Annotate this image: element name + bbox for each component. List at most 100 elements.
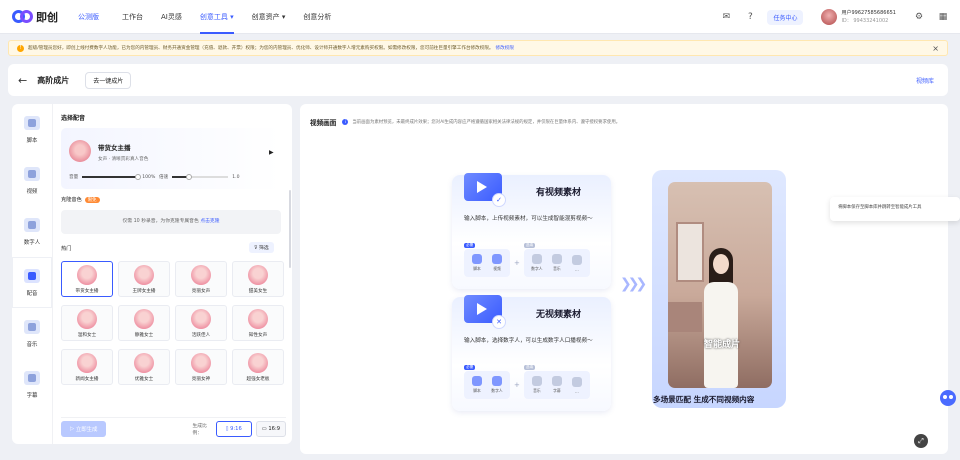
voice-avatar	[248, 352, 268, 373]
chip-label: 脚本	[473, 388, 481, 393]
optional-tag: 选填	[523, 243, 536, 248]
room-window	[676, 222, 704, 282]
expand-icon[interactable]: ⤢	[914, 434, 928, 448]
chip-script: 脚本	[467, 376, 487, 394]
settings-icon[interactable]: ⚙	[912, 10, 926, 24]
filter-button[interactable]: ⊽ 筛选	[249, 242, 274, 253]
voice-option[interactable]: 温和女士	[61, 305, 113, 341]
selected-voice-card[interactable]: 带货女主播 女声 · 清晰贯彩真人音色 ▶ 音量 100% 倍速 1.0	[61, 128, 281, 189]
phone-mockup: 智能成片	[668, 182, 772, 388]
panel-scrollbar[interactable]	[289, 190, 291, 268]
clone-link[interactable]: 点击克隆	[200, 219, 219, 224]
ratio-16-9-label: 16:9	[268, 425, 280, 432]
top-nav: 即创 公测版 工作台 AI灵感 创意工具 ▾ 创意资产 ▾ 创意分析 ✉ ? 任…	[0, 0, 960, 34]
sidebar-item-subtitle[interactable]: 字幕	[12, 359, 52, 410]
clone-voice-header: 克隆音色 限免	[61, 196, 100, 203]
voice-option[interactable]: 带货女主播	[61, 261, 113, 297]
sidebar-item-digital-human[interactable]: 数字人	[12, 206, 52, 257]
phone-caption: 智能成片	[704, 340, 741, 350]
nav-creative-assets[interactable]: 创意资产 ▾	[252, 0, 286, 34]
script-icon	[472, 254, 482, 264]
sidebar-item-label: 配音	[26, 290, 38, 297]
sidebar-item-video[interactable]: 视频	[12, 155, 52, 206]
room-sofa	[668, 302, 702, 332]
help-icon[interactable]: ?	[743, 10, 757, 24]
voice-option[interactable]: 知性女声	[232, 305, 284, 341]
voice-option[interactable]: 静雅女士	[118, 305, 170, 341]
modify-permission-link[interactable]: 修改权限	[496, 45, 514, 51]
apps-grid-icon[interactable]: ▦	[936, 10, 950, 24]
generate-bar: ▷ 立即生成 生成比例： ▯ 9:16 ▭ 16:9	[61, 417, 286, 439]
mail-icon[interactable]: ✉	[719, 10, 733, 24]
digital-human-icon	[531, 254, 542, 264]
card-chips: 必需 脚本 数字人 + 选填 音乐 字幕 …	[464, 365, 590, 401]
voice-option-label: 活跃佳人	[191, 332, 211, 338]
voice-option[interactable]: 超强女老板	[232, 349, 284, 385]
video-preview-area: 视频画面 i 当前画面为素材预览，未最终成片效果；您对AI生成内容应严格遵循国家…	[300, 104, 948, 454]
ratio-16-9-button[interactable]: ▭ 16:9	[255, 420, 286, 437]
task-center-button[interactable]: 任务中心	[767, 9, 804, 25]
digital-human-icon	[492, 376, 502, 386]
chip-more: …	[567, 254, 587, 272]
chip-label: 数字人	[491, 388, 503, 393]
nav-creative-analysis[interactable]: 创意分析	[303, 0, 331, 34]
video-library-link[interactable]: 视频库	[916, 76, 934, 85]
voice-option-label: 温和女士	[77, 332, 97, 338]
voice-option[interactable]: 亮丽女声	[175, 261, 227, 297]
assistant-robot-icon[interactable]	[936, 386, 958, 412]
voice-option[interactable]: 甜美女生	[232, 261, 284, 297]
ratio-9-16-button[interactable]: ▯ 9:16	[215, 420, 252, 437]
chip-subtitle: 字幕	[547, 376, 567, 394]
required-tag: 必需	[464, 365, 476, 370]
voice-avatar	[134, 264, 154, 285]
chip-music: 音乐	[527, 376, 547, 394]
speed-track[interactable]	[172, 174, 229, 180]
card-description: 输入脚本，上传视频素材，可以生成智能混剪视频～	[464, 216, 593, 222]
voice-option-label: 亮丽女声	[191, 288, 211, 294]
chip-digital-human: 数字人	[527, 254, 547, 272]
voice-avatar	[77, 308, 97, 329]
ratio-9-16-label: 9:16	[230, 425, 242, 432]
voice-option[interactable]: 优雅女士	[118, 349, 170, 385]
voice-avatar	[248, 308, 268, 329]
speed-slider[interactable]: 倍速 1.0	[159, 174, 240, 180]
sidebar-item-music[interactable]: 音乐	[12, 308, 52, 359]
nav-workbench[interactable]: 工作台	[122, 0, 143, 34]
voice-avatar	[69, 140, 91, 162]
sidebar-item-voiceover[interactable]: 配音	[12, 257, 52, 308]
volume-track[interactable]	[82, 174, 142, 180]
volume-slider[interactable]: 音量 100%	[69, 174, 155, 180]
card-without-video: ✕ 无视频素材 输入脚本，选择数字人，可以生成数字人口播视频～ 必需 脚本 数字…	[452, 295, 611, 411]
script-icon	[24, 115, 40, 130]
voice-option[interactable]: 亮丽女神	[175, 349, 227, 385]
nav-ai-inspiration[interactable]: AI灵感	[161, 0, 182, 34]
chip-label: …	[574, 266, 579, 272]
avatar	[821, 9, 838, 25]
generate-button[interactable]: ▷ 立即生成	[61, 420, 107, 437]
clone-text: 仅需 10 秒录音，为你克隆专属音色	[122, 219, 199, 224]
clone-voice-box[interactable]: 仅需 10 秒录音，为你克隆专属音色 点击克隆	[61, 210, 281, 234]
sidebar-item-script[interactable]: 脚本	[12, 104, 52, 155]
hot-label: 热门	[61, 246, 72, 252]
voice-avatar	[191, 352, 211, 373]
back-arrow-icon[interactable]: ←	[18, 74, 27, 87]
logo[interactable]: 即创	[12, 9, 82, 25]
chip-label: 视频	[493, 266, 501, 271]
voice-option[interactable]: 新闻女主播	[61, 349, 113, 385]
optional-tag: 选填	[523, 365, 536, 370]
voice-option[interactable]: 王牌女主播	[118, 261, 170, 297]
user-profile[interactable]: 用户99627585686651 ID： 99433241002	[821, 9, 896, 25]
card-with-video: ✓ 有视频素材 输入脚本，上传视频素材，可以生成智能混剪视频～ 必需 脚本 视频…	[452, 173, 611, 289]
close-icon[interactable]: ×	[932, 44, 939, 53]
oneclick-button[interactable]: 去一键成片	[85, 71, 132, 89]
info-icon: i	[342, 119, 349, 125]
required-chips: 必需 脚本 视频	[464, 243, 510, 277]
nav-creative-tools[interactable]: 创意工具 ▾	[199, 0, 234, 34]
music-icon	[531, 376, 542, 386]
voice-option[interactable]: 活跃佳人	[175, 305, 227, 341]
chip-label: 数字人	[531, 266, 543, 271]
notice-text: 超级/管理员您好，即创上线付费数字人功能，已为您的内管理员、财务开通资金管理（充…	[28, 46, 494, 51]
filter-icon: ⊽	[254, 246, 258, 251]
voice-avatar	[77, 352, 97, 373]
play-icon[interactable]: ▶	[269, 149, 274, 156]
